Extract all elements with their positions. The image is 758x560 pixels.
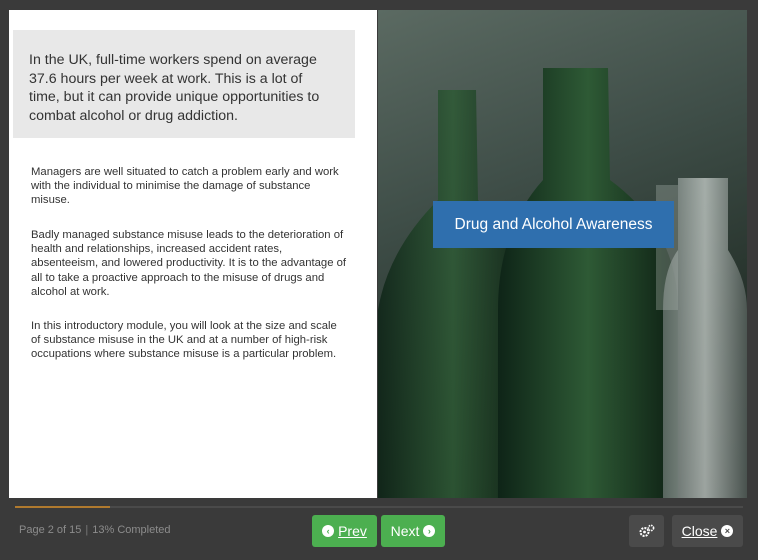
progress-bar [15, 506, 743, 508]
close-label: Close [681, 523, 718, 539]
page-indicator: Page 2 of 15 [19, 524, 82, 536]
body-paragraph: Managers are well situated to catch a pr… [31, 166, 339, 207]
slide-frame: In the UK, full-time workers spend on av… [9, 10, 747, 498]
status-separator: | [85, 524, 89, 536]
module-title-banner: Drug and Alcohol Awareness [433, 201, 674, 248]
progress-fill [15, 506, 110, 508]
settings-button[interactable] [629, 515, 664, 547]
intro-callout: In the UK, full-time workers spend on av… [13, 30, 355, 138]
text-panel: In the UK, full-time workers spend on av… [9, 10, 377, 498]
body-paragraph: In this introductory module, you will lo… [31, 320, 337, 361]
chevron-left-circle-icon: ‹ [322, 525, 335, 537]
close-circle-icon: × [721, 525, 734, 537]
body-paragraph: Badly managed substance misuse leads to … [31, 229, 347, 298]
next-button[interactable]: Next › [381, 515, 445, 547]
chevron-right-circle-icon: › [423, 525, 436, 537]
gears-icon [639, 524, 654, 537]
bottles-illustration [378, 68, 747, 498]
completion-status: 13% Completed [92, 524, 171, 536]
prev-button[interactable]: ‹ Prev [312, 515, 377, 547]
prev-label: Prev [338, 523, 367, 539]
close-button[interactable]: Close × [672, 515, 743, 547]
footer-status: Page 2 of 15 | 13% Completed [19, 524, 171, 536]
next-label: Next [390, 523, 420, 539]
bottles-image [378, 10, 747, 498]
